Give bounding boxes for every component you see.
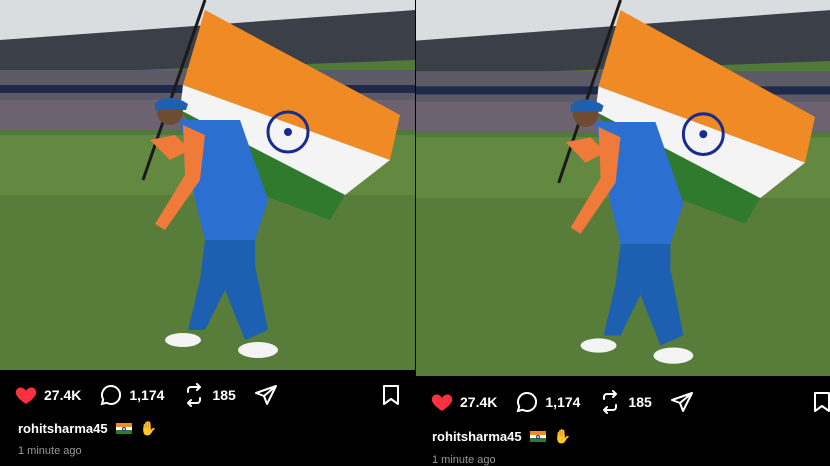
repost-button[interactable]: 185 xyxy=(182,383,236,407)
comment-button[interactable]: 1,174 xyxy=(515,390,580,414)
heart-icon xyxy=(14,383,38,407)
comment-button[interactable]: 1,174 xyxy=(99,383,164,407)
action-bar: 27.4K 1,174 185 xyxy=(0,377,415,413)
hand-icon: ✋ xyxy=(553,428,572,444)
like-count: 27.4K xyxy=(44,387,82,403)
bookmark-icon xyxy=(810,390,830,414)
post-right: 27.4K 1,174 185 rohitsharma45 ✋ 1 minute… xyxy=(416,0,830,466)
username[interactable]: rohitsharma45 xyxy=(18,421,108,436)
username[interactable]: rohitsharma45 xyxy=(432,429,522,444)
post-time: 1 minute ago xyxy=(18,445,82,457)
comment-count: 1,174 xyxy=(545,394,581,410)
comment-count: 1,174 xyxy=(129,387,165,403)
repost-button[interactable]: 185 xyxy=(598,390,652,414)
post-image[interactable] xyxy=(0,0,415,370)
action-bar: 27.4K 1,174 185 xyxy=(416,384,830,420)
india-flag-icon xyxy=(529,431,546,442)
repost-count: 185 xyxy=(212,387,236,403)
save-button[interactable] xyxy=(810,390,830,419)
comment-bubble-icon xyxy=(99,383,123,407)
india-flag-icon xyxy=(115,423,132,434)
caption: rohitsharma45 ✋ xyxy=(432,428,571,445)
photo-illustration xyxy=(416,0,830,376)
send-icon xyxy=(254,383,278,407)
like-button[interactable]: 27.4K xyxy=(430,390,497,414)
caption: rohitsharma45 ✋ xyxy=(18,420,157,437)
save-button[interactable] xyxy=(379,383,403,412)
share-button[interactable] xyxy=(254,383,278,407)
bookmark-icon xyxy=(379,383,403,407)
like-button[interactable]: 27.4K xyxy=(14,383,81,407)
comment-bubble-icon xyxy=(515,390,539,414)
photo-illustration xyxy=(0,0,415,370)
like-count: 27.4K xyxy=(460,394,498,410)
repost-count: 185 xyxy=(628,394,652,410)
heart-icon xyxy=(430,390,454,414)
send-icon xyxy=(670,390,694,414)
share-button[interactable] xyxy=(670,390,694,414)
hand-icon: ✋ xyxy=(139,420,158,436)
post-left: 27.4K 1,174 185 rohitsharma45 ✋ 1 minute… xyxy=(0,0,415,466)
repost-icon xyxy=(598,390,622,414)
post-time: 1 minute ago xyxy=(432,454,496,466)
post-image[interactable] xyxy=(416,0,830,376)
repost-icon xyxy=(182,383,206,407)
